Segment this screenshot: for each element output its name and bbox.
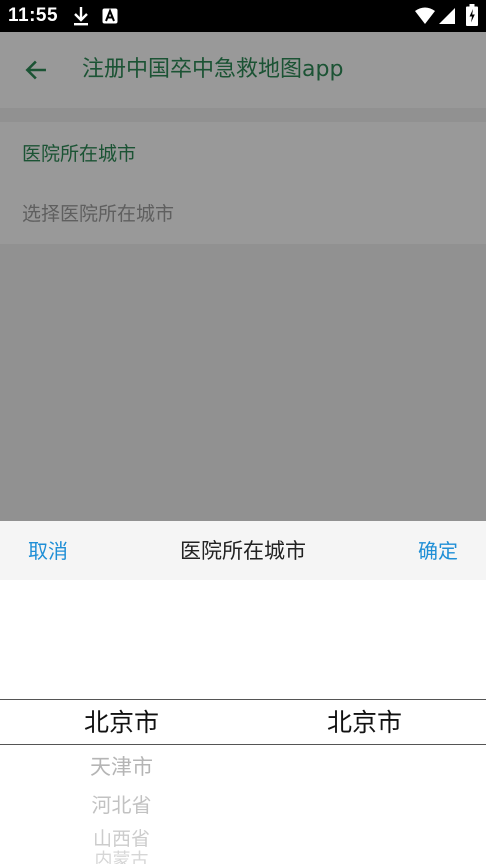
- a-badge-icon: [102, 8, 118, 28]
- city-selected[interactable]: 北京市: [243, 703, 486, 743]
- province-wheel[interactable]: 北京市 天津市 河北省 山西省 内蒙古: [0, 521, 243, 864]
- screen: 11:55 注册中国卒中急救地图app 医院所在城市 选择医院所在城市 取消 医…: [0, 0, 486, 864]
- status-time: 11:55: [8, 5, 59, 26]
- status-bar: 11:55: [0, 0, 486, 32]
- signal-icon: [438, 7, 456, 29]
- province-option[interactable]: 天津市: [0, 750, 243, 784]
- province-option[interactable]: 内蒙古: [0, 849, 243, 864]
- city-picker-sheet: 取消 医院所在城市 确定 北京市 天津市 河北省 山西省 内蒙古 北京市: [0, 521, 486, 864]
- battery-icon: [466, 4, 478, 30]
- city-wheel[interactable]: 北京市: [243, 521, 486, 864]
- province-option[interactable]: 河北省: [0, 789, 243, 821]
- wifi-icon: [414, 7, 436, 29]
- province-selected[interactable]: 北京市: [0, 703, 243, 743]
- download-icon: [72, 6, 90, 30]
